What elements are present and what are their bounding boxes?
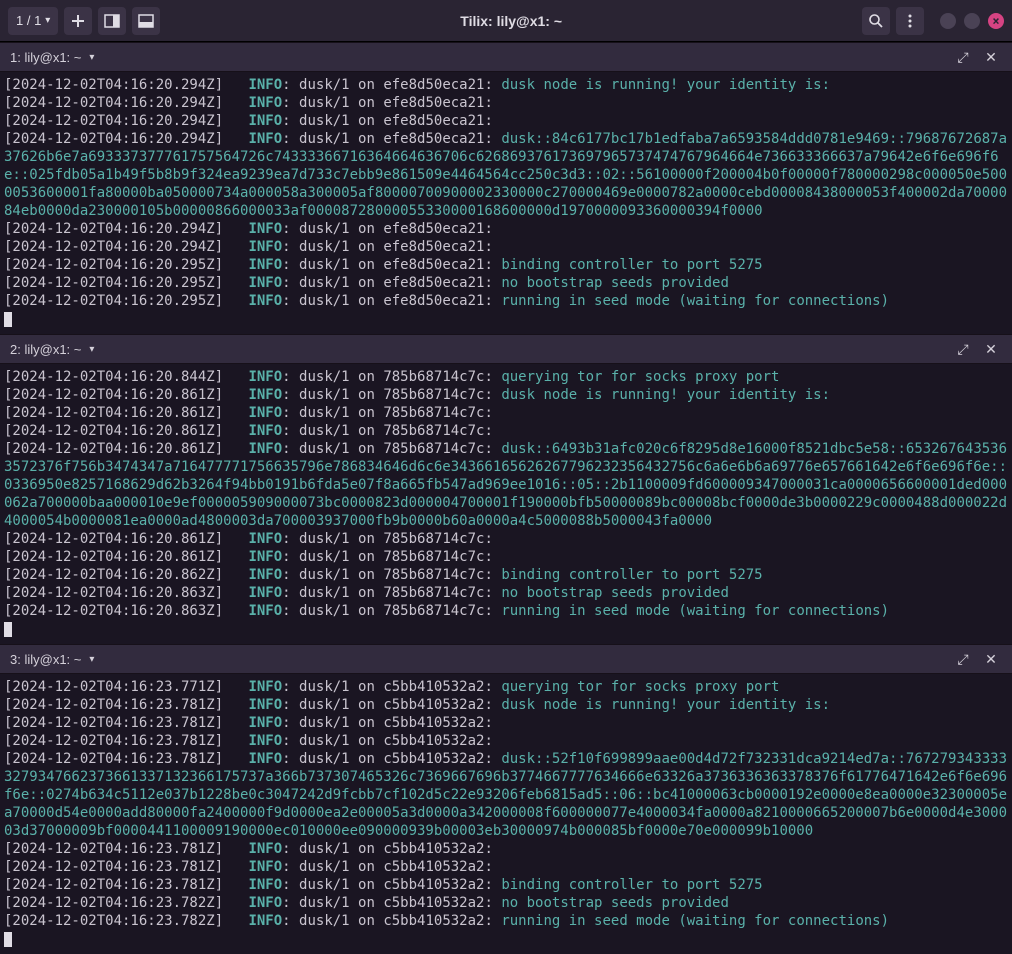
log-line: [2024-12-02T04:16:20.294Z] INFO: dusk/1 … [4,76,1008,94]
close-window-button[interactable] [988,13,1004,29]
log-line: [2024-12-02T04:16:20.295Z] INFO: dusk/1 … [4,292,1008,310]
log-line: [2024-12-02T04:16:23.781Z] INFO: dusk/1 … [4,750,1008,840]
window-title: Tilix: lily@x1: ~ [166,13,856,29]
terminal-output[interactable]: [2024-12-02T04:16:20.844Z] INFO: dusk/1 … [0,364,1012,644]
window-controls [940,13,1004,29]
split-down-button[interactable] [132,7,160,35]
log-line: [2024-12-02T04:16:20.861Z] INFO: dusk/1 … [4,404,1008,422]
log-line: [2024-12-02T04:16:20.844Z] INFO: dusk/1 … [4,368,1008,386]
close-pane-button[interactable]: ✕ [980,46,1002,68]
log-line: [2024-12-02T04:16:23.781Z] INFO: dusk/1 … [4,840,1008,858]
close-pane-button[interactable]: ✕ [980,648,1002,670]
log-line: [2024-12-02T04:16:20.294Z] INFO: dusk/1 … [4,238,1008,256]
pane-header: 2: lily@x1: ~ ▾ ⤢ ✕ [0,334,1012,364]
log-line: [2024-12-02T04:16:20.863Z] INFO: dusk/1 … [4,602,1008,620]
cursor [4,310,1008,328]
log-line: [2024-12-02T04:16:20.294Z] INFO: dusk/1 … [4,94,1008,112]
session-pager[interactable]: 1 / 1 ▾ [8,7,58,35]
log-line: [2024-12-02T04:16:23.771Z] INFO: dusk/1 … [4,678,1008,696]
close-pane-button[interactable]: ✕ [980,338,1002,360]
terminal-output[interactable]: [2024-12-02T04:16:23.771Z] INFO: dusk/1 … [0,674,1012,954]
log-line: [2024-12-02T04:16:20.861Z] INFO: dusk/1 … [4,386,1008,404]
log-line: [2024-12-02T04:16:20.295Z] INFO: dusk/1 … [4,256,1008,274]
search-icon [868,13,884,29]
search-button[interactable] [862,7,890,35]
maximize-pane-button[interactable]: ⤢ [952,648,974,670]
page-indicator: 1 / 1 [16,13,41,28]
terminal-output[interactable]: [2024-12-02T04:16:20.294Z] INFO: dusk/1 … [0,72,1012,334]
pane-title[interactable]: 2: lily@x1: ~ [10,342,81,357]
titlebar: 1 / 1 ▾ Tilix: lily@x1: ~ [0,0,1012,42]
cursor [4,620,1008,638]
plus-icon [70,13,86,29]
log-line: [2024-12-02T04:16:23.781Z] INFO: dusk/1 … [4,876,1008,894]
split-down-icon [138,13,154,29]
log-line: [2024-12-02T04:16:23.782Z] INFO: dusk/1 … [4,912,1008,930]
log-line: [2024-12-02T04:16:23.781Z] INFO: dusk/1 … [4,696,1008,714]
pane-header: 3: lily@x1: ~ ▾ ⤢ ✕ [0,644,1012,674]
maximize-pane-button[interactable]: ⤢ [952,338,974,360]
pane-title[interactable]: 3: lily@x1: ~ [10,652,81,667]
chevron-down-icon: ▾ [45,15,50,26]
log-line: [2024-12-02T04:16:20.861Z] INFO: dusk/1 … [4,422,1008,440]
pane-title[interactable]: 1: lily@x1: ~ [10,50,81,65]
log-line: [2024-12-02T04:16:20.863Z] INFO: dusk/1 … [4,584,1008,602]
pane-header: 1: lily@x1: ~ ▾ ⤢ ✕ [0,42,1012,72]
menu-button[interactable] [896,7,924,35]
maximize-pane-button[interactable]: ⤢ [952,46,974,68]
minimize-button[interactable] [940,13,956,29]
log-line: [2024-12-02T04:16:23.781Z] INFO: dusk/1 … [4,858,1008,876]
log-line: [2024-12-02T04:16:20.862Z] INFO: dusk/1 … [4,566,1008,584]
log-line: [2024-12-02T04:16:20.861Z] INFO: dusk/1 … [4,548,1008,566]
log-line: [2024-12-02T04:16:20.294Z] INFO: dusk/1 … [4,220,1008,238]
chevron-down-icon[interactable]: ▾ [89,52,94,63]
kebab-icon [902,13,918,29]
add-terminal-button[interactable] [64,7,92,35]
cursor [4,930,1008,948]
chevron-down-icon[interactable]: ▾ [89,344,94,355]
log-line: [2024-12-02T04:16:23.781Z] INFO: dusk/1 … [4,714,1008,732]
log-line: [2024-12-02T04:16:20.861Z] INFO: dusk/1 … [4,530,1008,548]
log-line: [2024-12-02T04:16:20.294Z] INFO: dusk/1 … [4,130,1008,220]
log-line: [2024-12-02T04:16:20.295Z] INFO: dusk/1 … [4,274,1008,292]
split-right-button[interactable] [98,7,126,35]
log-line: [2024-12-02T04:16:20.294Z] INFO: dusk/1 … [4,112,1008,130]
log-line: [2024-12-02T04:16:23.781Z] INFO: dusk/1 … [4,732,1008,750]
split-right-icon [104,13,120,29]
maximize-button[interactable] [964,13,980,29]
log-line: [2024-12-02T04:16:20.861Z] INFO: dusk/1 … [4,440,1008,530]
chevron-down-icon[interactable]: ▾ [89,654,94,665]
log-line: [2024-12-02T04:16:23.782Z] INFO: dusk/1 … [4,894,1008,912]
